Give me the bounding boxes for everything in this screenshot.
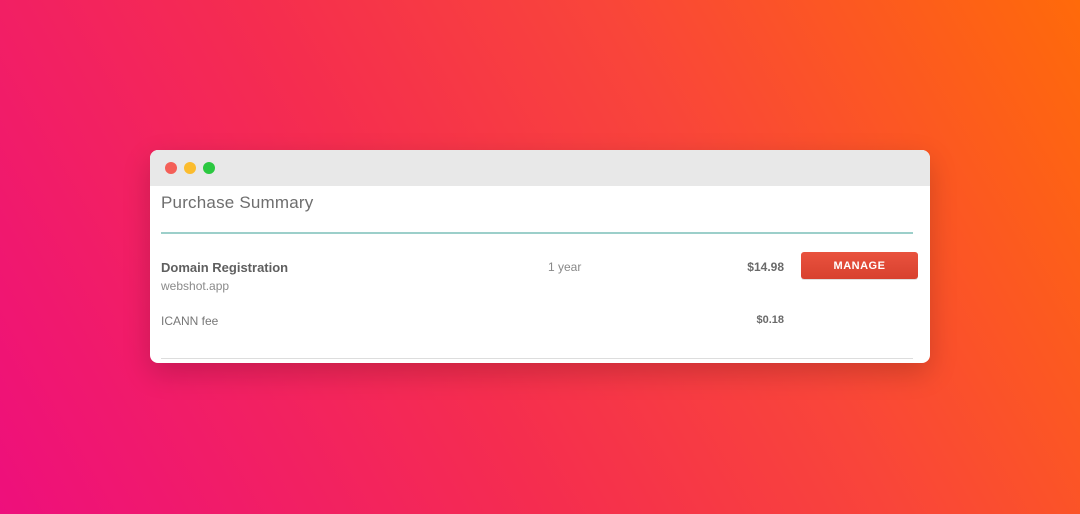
item-term: 1 year — [548, 260, 582, 274]
window-close-button[interactable] — [165, 162, 177, 174]
manage-button[interactable]: MANAGE — [801, 252, 918, 279]
bottom-divider — [161, 358, 913, 359]
fee-price: $0.18 — [756, 314, 784, 326]
page-title: Purchase Summary — [161, 193, 314, 212]
window-titlebar — [150, 150, 930, 186]
window-maximize-button[interactable] — [203, 162, 215, 174]
item-name: Domain Registration — [161, 260, 289, 275]
summary-content: Purchase Summary Domain Registration web… — [150, 186, 930, 363]
fee-name: ICANN fee — [161, 314, 219, 328]
item-price: $14.98 — [747, 260, 784, 274]
purchase-summary-window: Purchase Summary Domain Registration web… — [150, 150, 930, 363]
title-divider — [161, 232, 913, 234]
item-domain: webshot.app — [161, 279, 230, 293]
window-minimize-button[interactable] — [184, 162, 196, 174]
